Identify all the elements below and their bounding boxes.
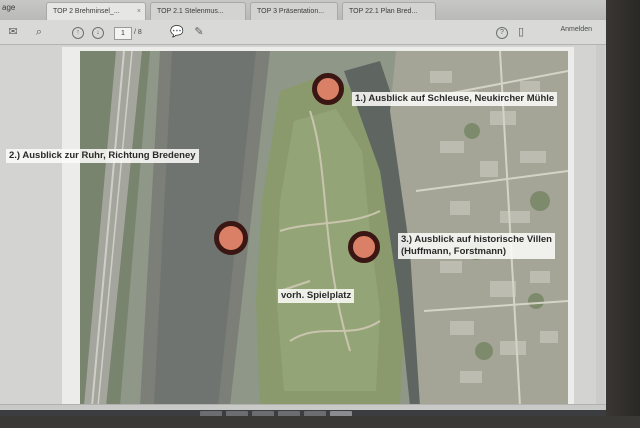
search-icon[interactable]: ⌕ [32,25,46,39]
mail-icon[interactable]: ✉ [6,25,20,39]
screen-bottom-edge [0,416,640,428]
page-up-icon[interactable]: ↑ [72,27,84,39]
pdf-page: 1.) Ausblick auf Schleuse, Neukircher Mü… [6,47,574,409]
save-icon[interactable]: ▯ [514,25,528,39]
page-down-icon[interactable]: ↓ [92,27,104,39]
tab-bar: age TOP 2 Brehminsel_... × TOP 2.1 Stele… [0,0,606,21]
callout-2: 2.) Ausblick zur Ruhr, Richtung Bredeney [6,149,199,163]
tab-top21-stelenmus[interactable]: TOP 2.1 Stelenmus... [150,2,246,20]
toolbar: ✉ ⌕ ↑ ↓ 1 / 8 💬 ✎ ? ▯ Anmelden [0,20,606,45]
tab-label: TOP 22.1 Plan Bred... [349,8,418,15]
tab-top3-praesentation[interactable]: TOP 3 Präsentation... [250,2,338,20]
signin-link[interactable]: Anmelden [560,26,592,33]
tab-label: TOP 3 Präsentation... [257,8,325,15]
close-icon[interactable]: × [137,3,141,20]
projected-screen: age TOP 2 Brehminsel_... × TOP 2.1 Stele… [0,0,606,418]
comment-icon[interactable]: 💬 [170,25,184,39]
help-icon[interactable]: ? [496,27,508,39]
tab-label: TOP 2 Brehminsel_... [53,8,120,15]
callout-1: 1.) Ausblick auf Schleuse, Neukircher Mü… [352,92,558,106]
viewpoint-marker-1 [312,73,344,105]
tab-home[interactable]: age [2,3,15,12]
viewpoint-marker-2 [214,221,248,255]
page-total: / 8 [134,29,142,36]
tab-top2-brehminsel[interactable]: TOP 2 Brehminsel_... × [46,2,146,20]
wall [606,0,640,428]
callout-3: 3.) Ausblick auf historische Villen (Huf… [398,233,555,259]
page-number-input[interactable]: 1 [114,27,132,40]
tab-top221-plan-bred[interactable]: TOP 22.1 Plan Bred... [342,2,436,20]
pen-icon[interactable]: ✎ [192,25,206,39]
viewpoint-marker-3 [348,231,380,263]
vertical-scrollbar[interactable] [596,45,605,404]
document-area: 1.) Ausblick auf Schleuse, Neukircher Mü… [0,45,606,409]
tab-label: TOP 2.1 Stelenmus... [157,8,224,15]
callout-playground: vorh. Spielplatz [278,289,355,303]
